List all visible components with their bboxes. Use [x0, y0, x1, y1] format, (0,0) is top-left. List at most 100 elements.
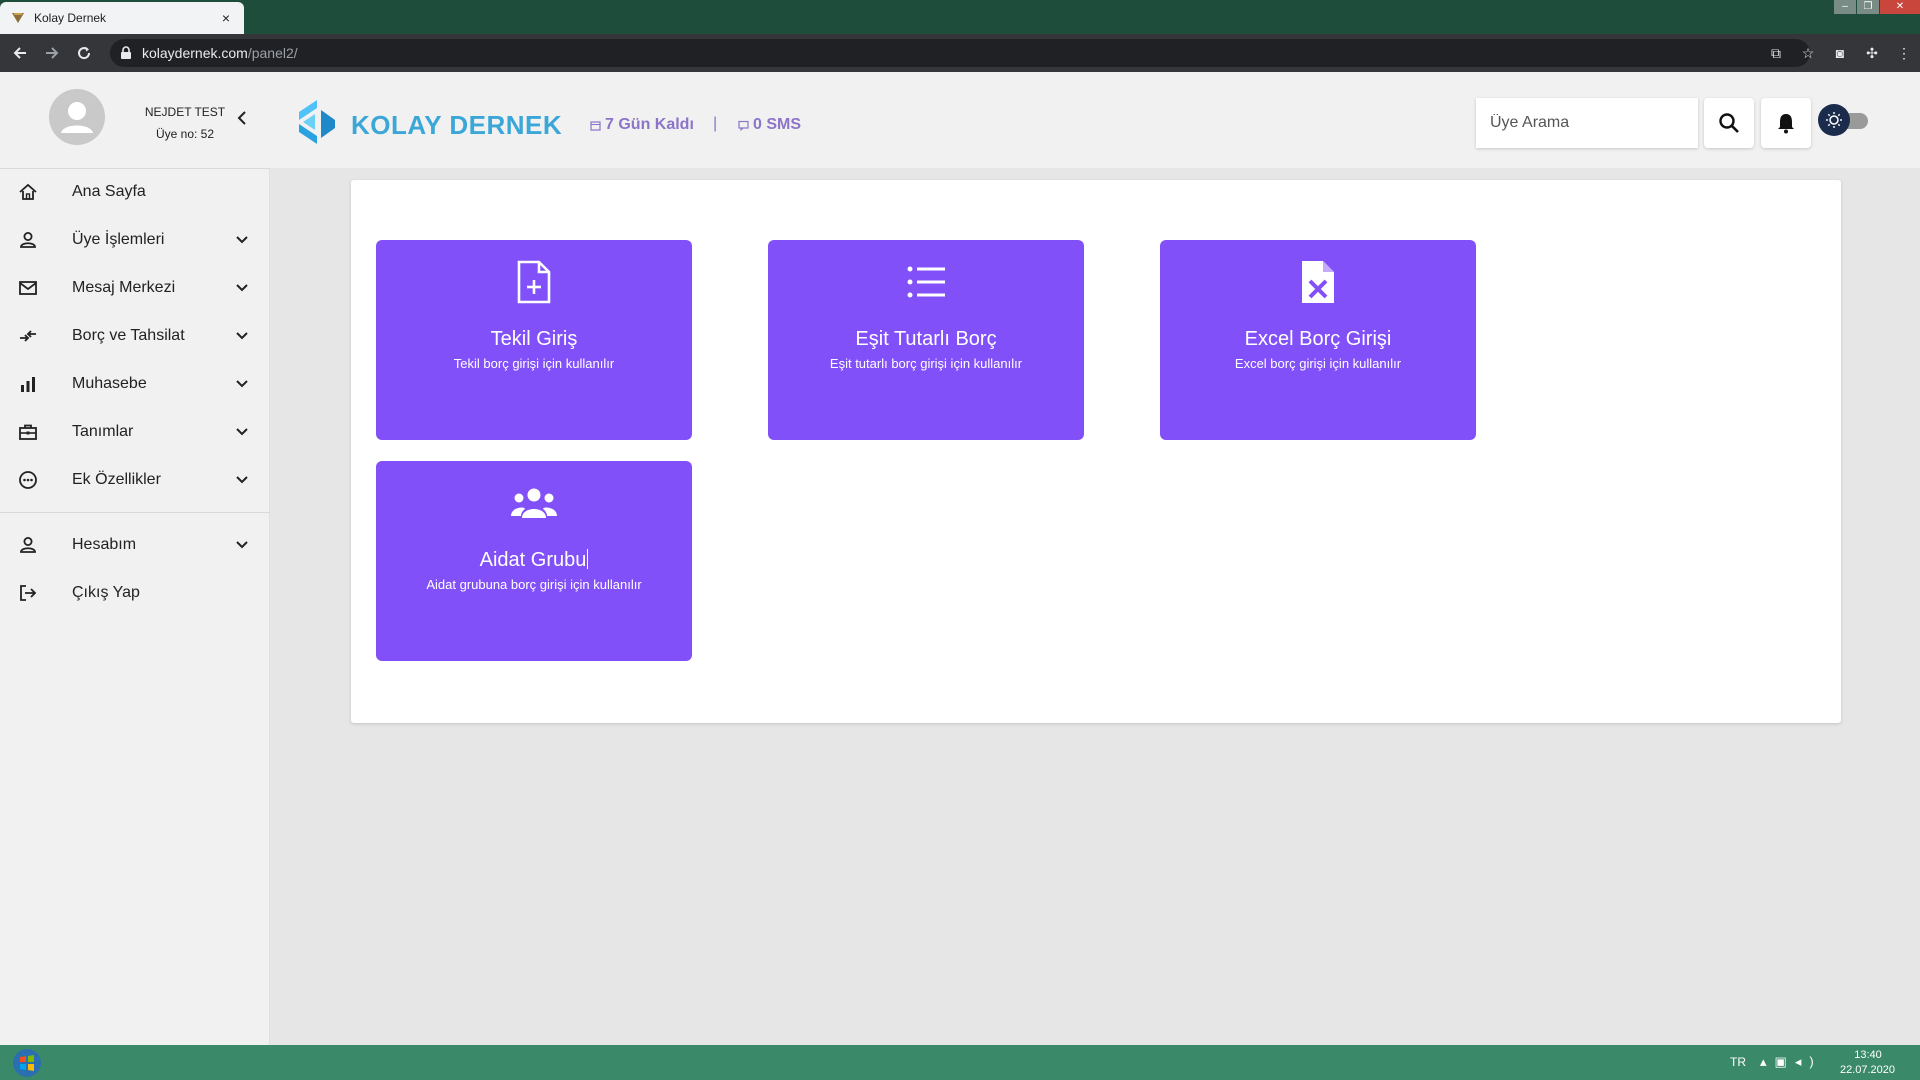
- url-text: kolaydernek.com/panel2/: [142, 45, 298, 61]
- camera-icon[interactable]: ◙: [1824, 45, 1856, 61]
- notifications-button[interactable]: [1761, 98, 1811, 148]
- home-icon: [17, 181, 39, 203]
- window-close-icon[interactable]: ✕: [1880, 0, 1920, 14]
- users-icon: [376, 479, 692, 527]
- reload-icon[interactable]: [68, 37, 100, 69]
- sidebar-item-label: Mesaj Merkezi: [72, 279, 176, 296]
- tile-title: Aidat Grubu: [479, 549, 589, 571]
- sidebar-item-tanimlar[interactable]: Tanımlar: [0, 408, 270, 456]
- browser-toolbar: kolaydernek.com/panel2/ ⧉ ☆ ◙ ✣ ⋮: [0, 34, 1920, 72]
- sun-icon: [1818, 104, 1850, 136]
- sidebar: Ana Sayfa Üye İşlemleri Mesaj Merkezi Bo…: [0, 168, 270, 1045]
- chevron-down-icon: [234, 472, 250, 488]
- content-card: Tekil Giriş Tekil borç girişi için kulla…: [351, 180, 1841, 723]
- sidebar-item-mesaj-merkezi[interactable]: Mesaj Merkezi: [0, 264, 270, 312]
- extensions-icon[interactable]: ✣: [1856, 45, 1888, 62]
- forward-icon[interactable]: [36, 37, 68, 69]
- calendar-icon: [590, 120, 601, 131]
- back-icon[interactable]: [4, 37, 36, 69]
- message-icon: [738, 120, 749, 131]
- file-plus-icon: [376, 258, 692, 306]
- lock-icon: [120, 46, 134, 60]
- chevron-down-icon: [234, 424, 250, 440]
- sidebar-item-muhasebe[interactable]: Muhasebe: [0, 360, 270, 408]
- chevron-down-icon: [234, 280, 250, 296]
- site-favicon-icon: [10, 10, 26, 26]
- tile-esit-tutarli-borc[interactable]: Eşit Tutarlı Borç Eşit tutarlı borç giri…: [768, 240, 1084, 440]
- sidebar-item-label: Üye İşlemleri: [72, 231, 165, 248]
- mail-icon: [17, 277, 39, 299]
- restore-icon[interactable]: ❐: [1857, 0, 1879, 14]
- list-icon: [768, 258, 1084, 306]
- browser-tab[interactable]: Kolay Dernek ×: [0, 2, 244, 34]
- tile-tekil-giris[interactable]: Tekil Giriş Tekil borç girişi için kulla…: [376, 240, 692, 440]
- tile-title: Excel Borç Girişi: [1244, 328, 1392, 350]
- tile-excel-borc-girisi[interactable]: Excel Borç Girişi Excel borç girişi için…: [1160, 240, 1476, 440]
- bar-chart-icon: [17, 373, 39, 395]
- browser-menu-icon[interactable]: ⋮: [1888, 45, 1920, 62]
- briefcase-icon: [17, 421, 39, 443]
- tray-expand-icon[interactable]: ▴: [1760, 1054, 1775, 1069]
- browser-tab-bar: Kolay Dernek × – ❐ ✕: [0, 0, 1920, 34]
- volume-icon[interactable]: ◂): [1795, 1054, 1822, 1069]
- chevron-down-icon: [234, 328, 250, 344]
- brand-name[interactable]: KOLAY DERNEK: [351, 110, 562, 141]
- sidebar-item-label: Tanımlar: [72, 423, 134, 440]
- collapse-sidebar-icon[interactable]: [234, 108, 250, 128]
- user-name: NEJDET TEST: [144, 105, 226, 119]
- tile-description: Excel borç girişi için kullanılır: [1234, 356, 1402, 371]
- chevron-down-icon: [234, 537, 250, 553]
- bell-icon: [1778, 114, 1794, 134]
- browser-action-icons: ⧉ ☆ ◙ ✣ ⋮: [1760, 34, 1920, 72]
- sms-count: 0 SMS: [738, 116, 801, 134]
- tile-description: Eşit tutarlı borç girişi için kullanılır: [829, 356, 1023, 371]
- tile-title: Eşit Tutarlı Borç: [855, 328, 997, 350]
- sidebar-item-uye-islemleri[interactable]: Üye İşlemleri: [0, 216, 270, 264]
- days-left-label: 7 Gün Kaldı: [605, 116, 694, 133]
- clock-date[interactable]: 22.07.2020: [1830, 1064, 1905, 1076]
- chevron-down-icon: [234, 232, 250, 248]
- search-button[interactable]: [1704, 98, 1754, 148]
- sidebar-item-label: Ana Sayfa: [72, 183, 146, 200]
- tab-close-icon[interactable]: ×: [218, 10, 234, 26]
- user-icon: [17, 229, 39, 251]
- url-bar[interactable]: kolaydernek.com/panel2/: [110, 39, 1810, 67]
- divider: [0, 512, 270, 513]
- sidebar-item-label: Hesabım: [72, 536, 137, 553]
- excel-file-icon: [1160, 258, 1476, 306]
- sidebar-item-label: Ek Özellikler: [72, 471, 161, 488]
- chevron-down-icon: [234, 376, 250, 392]
- text-cursor: [587, 549, 589, 569]
- sidebar-item-ek-ozellikler[interactable]: Ek Özellikler: [0, 456, 270, 504]
- tab-title: Kolay Dernek: [34, 11, 107, 25]
- sidebar-item-hesabim[interactable]: Hesabım: [0, 521, 270, 569]
- app-header: NEJDET TEST Üye no: 52 KOLAY DERNEK 7 Gü…: [0, 72, 1920, 168]
- minimize-icon[interactable]: –: [1834, 0, 1856, 14]
- sidebar-item-label: Borç ve Tahsilat: [72, 327, 185, 344]
- logout-icon: [17, 582, 39, 604]
- sidebar-item-borc-ve-tahsilat[interactable]: Borç ve Tahsilat: [0, 312, 270, 360]
- tile-aidat-grubu[interactable]: Aidat Grubu Aidat grubuna borç girişi iç…: [376, 461, 692, 661]
- network-icon[interactable]: ▣: [1775, 1054, 1795, 1069]
- user-number: Üye no: 52: [155, 127, 215, 141]
- logo-icon[interactable]: [295, 98, 339, 146]
- avatar[interactable]: [49, 89, 105, 145]
- sms-count-label: 0 SMS: [753, 116, 802, 133]
- more-circle-icon: [17, 469, 39, 491]
- member-search-input[interactable]: [1476, 98, 1698, 148]
- sidebar-item-label: Muhasebe: [72, 375, 147, 392]
- theme-toggle[interactable]: [1818, 104, 1868, 136]
- window-controls: – ❐ ✕: [1833, 0, 1920, 14]
- language-indicator[interactable]: TR: [1730, 1055, 1746, 1069]
- sidebar-item-cikis-yap[interactable]: Çıkış Yap: [0, 569, 270, 617]
- tile-description: Aidat grubuna borç girişi için kullanılı…: [426, 577, 642, 592]
- windows-start-icon[interactable]: [6, 1047, 48, 1079]
- tile-title: Tekil Giriş: [490, 328, 578, 350]
- clock-time[interactable]: 13:40: [1838, 1049, 1898, 1061]
- sidebar-item-label: Çıkış Yap: [72, 584, 140, 601]
- translate-icon[interactable]: ⧉: [1760, 45, 1792, 62]
- search-icon: [1719, 113, 1739, 133]
- sidebar-item-ana-sayfa[interactable]: Ana Sayfa: [0, 168, 270, 216]
- bookmark-star-icon[interactable]: ☆: [1792, 45, 1824, 62]
- user-icon: [17, 534, 39, 556]
